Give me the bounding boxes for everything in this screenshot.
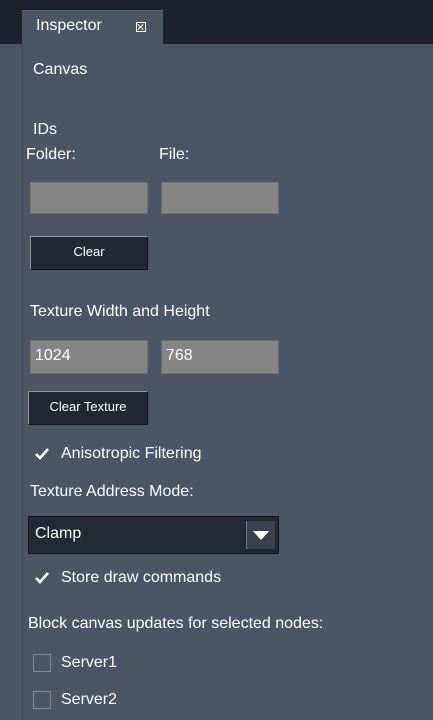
folder-id-input[interactable] [30, 182, 148, 214]
checkmark-icon [35, 572, 49, 584]
checkmark-icon [35, 448, 49, 460]
tab-inspector[interactable]: Inspector [22, 10, 163, 45]
server2-checkbox[interactable] [33, 691, 51, 709]
address-mode-value: Clamp [35, 525, 82, 542]
texture-heading: Texture Width and Height [30, 303, 210, 320]
store-draw-checkbox[interactable] [33, 569, 51, 587]
tab-bar: Inspector [0, 0, 433, 45]
close-icon[interactable] [136, 22, 146, 32]
ids-heading: IDs [33, 121, 57, 138]
store-draw-label: Store draw commands [61, 569, 222, 586]
chevron-down-icon[interactable] [246, 521, 275, 549]
tab-title: Inspector [36, 17, 102, 34]
address-mode-label: Texture Address Mode: [30, 483, 194, 500]
server1-checkbox[interactable] [33, 654, 51, 672]
anisotropic-filtering-checkbox[interactable] [33, 445, 51, 463]
texture-width-input[interactable]: 1024 [30, 340, 148, 374]
section-title: Canvas [33, 61, 88, 78]
texture-height-input[interactable]: 768 [161, 340, 279, 374]
address-mode-select[interactable]: Clamp [28, 516, 279, 554]
clear-button[interactable]: Clear [30, 236, 148, 270]
anisotropic-filtering-label: Anisotropic Filtering [61, 445, 202, 462]
file-label: File: [159, 146, 190, 163]
folder-label: Folder: [26, 146, 76, 163]
server2-label: Server2 [61, 691, 118, 708]
block-updates-label: Block canvas updates for selected nodes: [28, 615, 324, 632]
clear-texture-button[interactable]: Clear Texture [28, 391, 148, 425]
panel-divider [22, 44, 23, 720]
server1-label: Server1 [61, 654, 118, 671]
file-id-input[interactable] [161, 182, 279, 214]
